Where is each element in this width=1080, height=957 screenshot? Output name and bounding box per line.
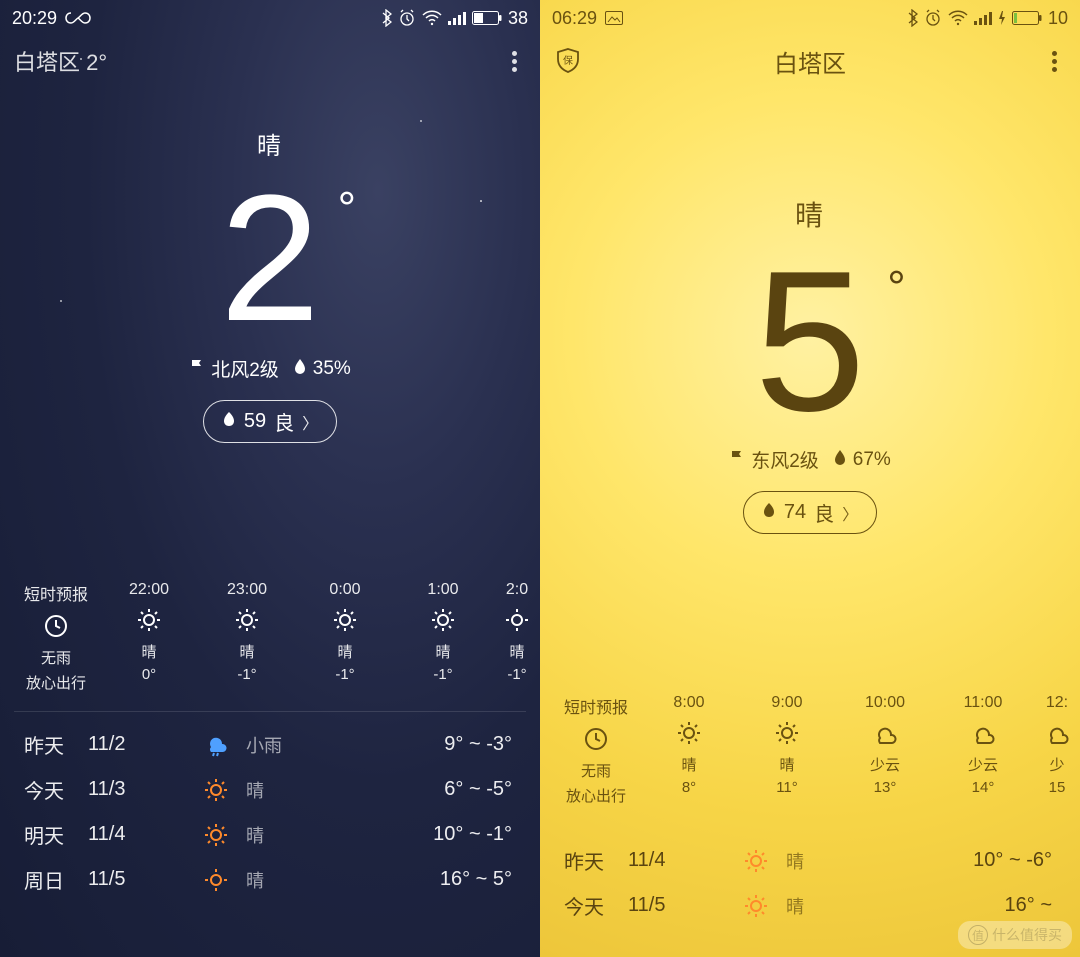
sun-icon — [736, 848, 776, 874]
current-weather-hero: 晴 5 ° 东风2级 67% 74 良 〉 — [540, 86, 1080, 534]
sun-icon — [736, 893, 776, 919]
sun-icon — [196, 867, 236, 893]
sun-icon — [676, 718, 702, 748]
hour-item: 11:00 少云 14° — [934, 694, 1032, 806]
temperature-display: 5 ° — [754, 242, 865, 442]
signal-icon — [974, 11, 992, 25]
current-weather-hero: 晴 2 ° 北风2级 35% 59 良 〉 — [0, 86, 540, 443]
hour-item: 10:00 少云 13° — [836, 694, 934, 806]
bluetooth-icon — [906, 9, 918, 27]
chevron-right-icon: 〉 — [302, 410, 318, 434]
sun-icon — [234, 605, 260, 635]
temperature-value: 5 — [754, 230, 865, 453]
hour-item: 0:00 晴 -1° — [296, 581, 394, 693]
humidity-detail: 35% — [293, 358, 351, 380]
degree-symbol: ° — [338, 181, 356, 235]
phone-screenshot-night: 20:29 38 白塔区 2° 晴 2 ° 北风2级 — [0, 0, 540, 957]
status-bar: 06:29 10 — [540, 0, 1080, 36]
temperature-value: 2 — [220, 158, 320, 359]
charging-icon — [998, 11, 1006, 25]
daily-forecast[interactable]: 昨天 11/2 小雨 9° ~ -3° 今天 11/3 晴 6° ~ -5° 明… — [0, 712, 540, 902]
app-bar: 白塔区 2° — [0, 36, 540, 86]
bluetooth-icon — [380, 9, 392, 27]
leaf-icon — [222, 410, 236, 433]
signal-icon — [448, 11, 466, 25]
status-bar: 20:29 38 — [0, 0, 540, 36]
clock-icon — [43, 611, 69, 641]
location-title[interactable]: 白塔区 2° — [14, 45, 107, 77]
wifi-icon — [948, 10, 968, 26]
day-row[interactable]: 昨天 11/4 晴 10° ~ -6° — [540, 838, 1080, 883]
status-time: 20:29 — [12, 8, 57, 29]
alarm-icon — [398, 9, 416, 27]
alarm-icon — [924, 9, 942, 27]
aqi-button[interactable]: 59 良 〉 — [203, 400, 337, 443]
condition-text: 晴 — [0, 126, 540, 161]
hour-item: 9:00 晴 11° — [738, 694, 836, 806]
clock-icon — [583, 724, 609, 754]
daily-forecast[interactable]: 昨天 11/4 晴 10° ~ -6° 今天 11/5 晴 16° ~ — [540, 828, 1080, 928]
watermark-badge: 值 — [968, 925, 988, 945]
day-row[interactable]: 昨天 11/2 小雨 9° ~ -3° — [0, 722, 540, 767]
sun-icon — [196, 777, 236, 803]
shield-badge-icon[interactable]: 保 — [554, 47, 582, 75]
sun-icon — [332, 605, 358, 635]
battery-percent: 10 — [1048, 8, 1068, 29]
battery-percent: 38 — [508, 8, 528, 29]
cloud-icon — [1043, 718, 1071, 748]
leaf-icon — [762, 501, 776, 524]
wifi-icon — [422, 10, 442, 26]
chevron-right-icon: 〉 — [842, 501, 858, 525]
sun-icon — [196, 822, 236, 848]
svg-text:保: 保 — [563, 54, 573, 67]
day-row[interactable]: 今天 11/3 晴 6° ~ -5° — [0, 767, 540, 812]
status-time: 06:29 — [552, 8, 597, 29]
phone-screenshot-day: 06:29 10 保 白塔区 晴 5 ° 东风2级 — [540, 0, 1080, 957]
aqi-label: 良 — [274, 407, 294, 436]
degree-symbol: ° — [887, 260, 905, 314]
hour-item: 2:0 晴 -1° — [492, 581, 540, 693]
wind-detail: 北风2级 — [189, 355, 279, 382]
day-row[interactable]: 明天 11/4 晴 10° ~ -1° — [0, 812, 540, 857]
flag-icon — [729, 449, 745, 471]
hour-item: 1:00 晴 -1° — [394, 581, 492, 693]
image-icon — [605, 11, 623, 25]
hour-item: 8:00 晴 8° — [640, 694, 738, 806]
more-menu-button[interactable] — [502, 46, 526, 76]
aqi-value: 74 — [784, 501, 806, 524]
hour-item: 22:00 晴 0° — [100, 581, 198, 693]
sun-icon — [504, 605, 530, 635]
sun-icon — [136, 605, 162, 635]
app-bar: 保 白塔区 — [540, 36, 1080, 86]
temperature-display: 2 ° — [220, 169, 320, 349]
condition-text: 晴 — [540, 194, 1080, 234]
hourly-header-col: 短时预报 无雨 放心出行 — [552, 694, 640, 806]
cloud-icon — [969, 718, 997, 748]
aqi-value: 59 — [244, 410, 266, 433]
sun-icon — [774, 718, 800, 748]
hour-item: 23:00 晴 -1° — [198, 581, 296, 693]
watermark: 值 什么值得买 — [958, 921, 1072, 949]
rain-cloud-icon — [196, 733, 236, 757]
drop-icon — [293, 358, 307, 380]
location-title[interactable]: 白塔区 — [774, 44, 846, 79]
aqi-label: 良 — [814, 498, 834, 527]
watermark-text: 什么值得买 — [992, 925, 1062, 945]
weather-details: 北风2级 35% — [0, 355, 540, 382]
cloud-icon — [871, 718, 899, 748]
hourly-forecast[interactable]: 短时预报 无雨 放心出行 8:00 晴 8° 9:00 晴 11° 10:00 … — [540, 694, 1080, 806]
battery-icon — [472, 11, 502, 25]
hourly-forecast[interactable]: 短时预报 无雨 放心出行 22:00 晴 0° 23:00 晴 -1° 0:00… — [0, 581, 540, 693]
flag-icon — [189, 358, 205, 380]
more-menu-button[interactable] — [1042, 46, 1066, 76]
hour-item: 12: 少 15 — [1032, 694, 1080, 806]
aqi-button[interactable]: 74 良 〉 — [743, 491, 877, 534]
sun-icon — [430, 605, 456, 635]
infinity-icon — [65, 11, 91, 25]
hourly-header-col: 短时预报 无雨 放心出行 — [12, 581, 100, 693]
battery-icon — [1012, 11, 1042, 25]
day-row[interactable]: 周日 11/5 晴 16° ~ 5° — [0, 857, 540, 902]
